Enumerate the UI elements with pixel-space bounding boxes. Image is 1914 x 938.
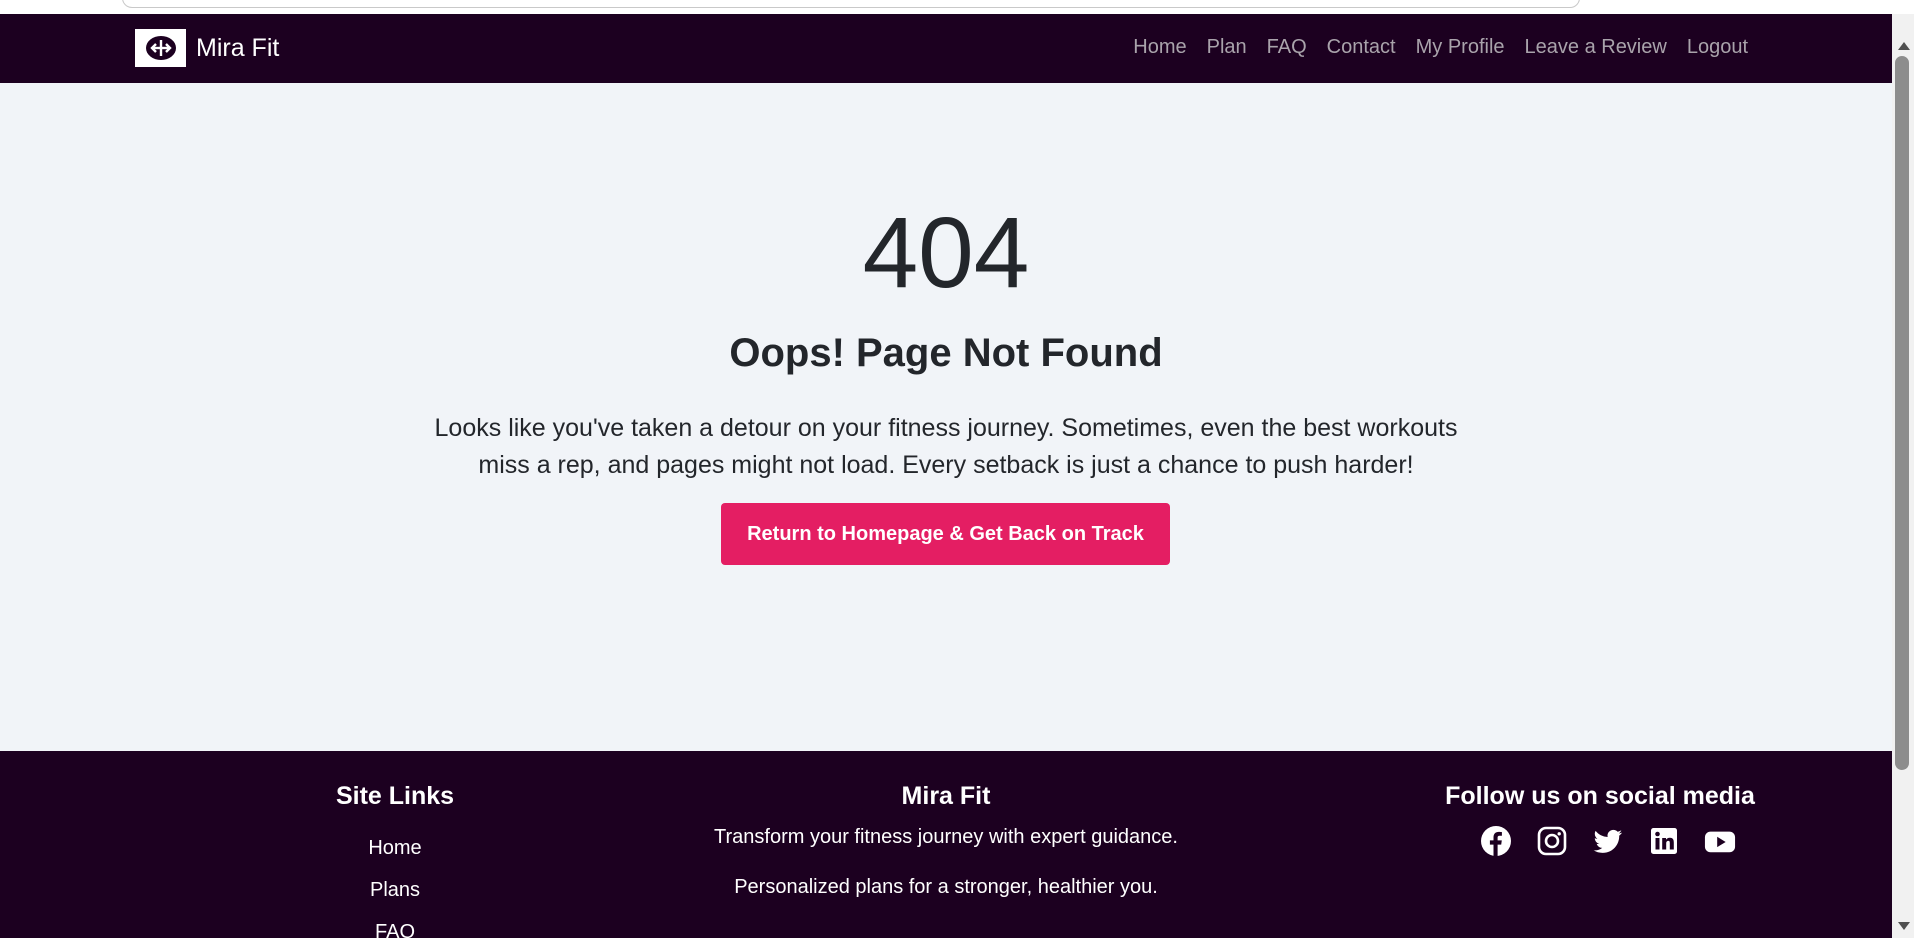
footer: Site Links Home Plans FAQ Mira Fit Trans… [0,751,1892,938]
nav-link-faq[interactable]: FAQ [1267,36,1307,59]
return-home-button[interactable]: Return to Homepage & Get Back on Track [721,503,1170,565]
footer-link-home[interactable]: Home [295,837,495,860]
navbar: Mira Fit Home Plan FAQ Contact My Profil… [0,14,1892,83]
nav-link-logout[interactable]: Logout [1687,36,1748,59]
site-links-title: Site Links [335,782,455,810]
error-code: 404 [862,197,1030,309]
page: Mira Fit Home Plan FAQ Contact My Profil… [0,0,1914,938]
error-section: 404 Oops! Page Not Found Looks like you'… [0,83,1892,751]
facebook-icon[interactable] [1480,825,1512,857]
page-scrollbar[interactable] [1892,14,1914,938]
youtube-icon[interactable] [1704,825,1736,857]
footer-tagline: Transform your fitness journey with expe… [714,826,1178,848]
social-title: Follow us on social media [1445,782,1755,810]
footer-tagline-2: Personalized plans for a stronger, healt… [734,876,1158,898]
nav-link-leave-review[interactable]: Leave a Review [1525,36,1667,59]
scroll-down-icon[interactable] [1898,922,1910,930]
instagram-icon[interactable] [1536,825,1568,857]
logo-icon [135,29,186,67]
error-message: Looks like you've taken a detour on your… [434,414,1458,479]
nav-link-home[interactable]: Home [1133,36,1186,59]
social-links [1480,825,1736,857]
brand-link[interactable]: Mira Fit [135,28,279,68]
address-bar[interactable] [122,0,1580,8]
nav-link-plan[interactable]: Plan [1207,36,1247,59]
page-title: Oops! Page Not Found [729,331,1163,375]
brand-name: Mira Fit [196,33,280,62]
nav-link-contact[interactable]: Contact [1327,36,1396,59]
footer-link-faq[interactable]: FAQ [295,921,495,938]
twitter-icon[interactable] [1592,825,1624,857]
nav-links: Home Plan FAQ Contact My Profile Leave a… [1133,36,1748,59]
footer-link-plans[interactable]: Plans [295,879,495,902]
nav-link-my-profile[interactable]: My Profile [1416,36,1505,59]
browser-chrome [0,0,1914,14]
footer-brand-title: Mira Fit [901,782,991,810]
scroll-up-icon[interactable] [1898,42,1910,50]
scroll-thumb[interactable] [1895,56,1909,770]
linkedin-icon[interactable] [1648,825,1680,857]
